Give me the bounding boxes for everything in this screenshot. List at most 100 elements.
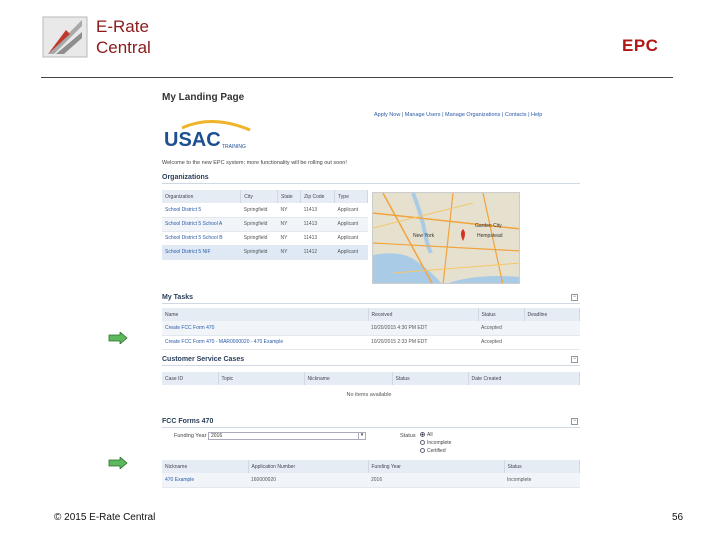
map-label-new-york: New York (413, 233, 435, 239)
org-col-city[interactable]: City (240, 190, 279, 203)
radio-all[interactable] (420, 432, 425, 438)
cases-section-header: Customer Service Cases − (162, 354, 580, 366)
tasks-col-deadline[interactable]: Deadline (524, 308, 580, 321)
funding-year-select[interactable]: 2016 ▾ (208, 432, 366, 440)
page-title: My Landing Page (162, 92, 245, 103)
cases-col-id[interactable]: Case ID (162, 372, 219, 385)
status-radio-certified[interactable]: Certified (420, 448, 446, 454)
arrow-tasks-icon (108, 332, 128, 344)
org-zip: 11413 (300, 217, 335, 232)
arrow-forms-icon (108, 457, 128, 469)
org-name-link[interactable]: School District 5 NIF (162, 245, 241, 260)
org-state: NY (277, 231, 301, 246)
copyright-footer: © 2015 E-Rate Central (54, 512, 156, 523)
table-row[interactable]: Create FCC Form 470 10/20/2015 4:30 PM E… (162, 321, 580, 336)
org-city: Springfield (240, 217, 278, 232)
cases-table: Case ID Topic Nickname Status Date Creat… (162, 372, 580, 385)
task-received: 10/20/2015 2:33 PM EDT (368, 335, 478, 350)
status-radio-all[interactable]: All (420, 432, 433, 438)
table-row[interactable]: Create FCC Form 470 - MAR0000020 - 470 E… (162, 335, 580, 350)
form-funding-year: 2016 (368, 473, 504, 488)
usac-logo-text: USAC (164, 129, 221, 151)
forms470-table: Nickname Application Number Funding Year… (162, 460, 580, 488)
task-name-link[interactable]: Create FCC Form 470 (162, 321, 368, 336)
brand-line2: Central (96, 38, 151, 57)
top-nav-links[interactable]: Apply Now | Manage Users | Manage Organi… (374, 112, 542, 118)
status-filter-label: Status (400, 433, 416, 439)
task-received: 10/20/2015 4:30 PM EDT (368, 321, 478, 336)
cases-heading: Customer Service Cases (162, 356, 245, 363)
tasks-col-name[interactable]: Name (162, 308, 369, 321)
org-type: Applicant (334, 217, 368, 232)
org-state: NY (277, 217, 301, 232)
form-app-number: 160000020 (248, 473, 368, 488)
cases-col-nickname[interactable]: Nickname (304, 372, 393, 385)
erate-central-logo (42, 16, 88, 58)
radio-certified[interactable] (420, 448, 425, 454)
org-state: NY (277, 245, 301, 260)
forms-col-app-number[interactable]: Application Number (248, 460, 369, 473)
collapse-tasks-icon[interactable]: − (571, 294, 578, 301)
usac-logo-sub: TRAINING (222, 144, 246, 150)
chevron-down-icon[interactable]: ▾ (358, 433, 365, 439)
radio-all-label: All (427, 432, 433, 438)
organization-map[interactable]: New York Garden City Hempstead (372, 192, 520, 284)
page-number: 56 (672, 512, 684, 523)
org-name-link[interactable]: School District 5 (162, 203, 241, 218)
usac-training-logo: USAC TRAINING (164, 119, 251, 151)
task-name-link[interactable]: Create FCC Form 470 - MAR0000020 - 470 E… (162, 335, 368, 350)
cases-col-date[interactable]: Date Created (468, 372, 580, 385)
org-zip: 11413 (300, 203, 335, 218)
organizations-table: Organization City State Zip Code Type Sc… (162, 190, 368, 260)
table-row[interactable]: 470 Example 160000020 2016 Incomplete (162, 473, 580, 488)
table-row[interactable]: School District 5 NIF Springfield NY 114… (162, 245, 368, 260)
org-col-zip[interactable]: Zip Code (300, 190, 336, 203)
org-city: Springfield (240, 231, 278, 246)
welcome-message: Welcome to the new EPC system; more func… (162, 160, 347, 166)
radio-incomplete-label: Incomplete (427, 440, 452, 446)
org-type: Applicant (334, 231, 368, 246)
task-deadline (524, 335, 580, 350)
forms470-heading: FCC Forms 470 (162, 418, 214, 425)
tasks-heading: My Tasks (162, 294, 193, 301)
brand-line1: E-Rate (96, 17, 149, 36)
map-label-hempstead: Hempstead (477, 233, 503, 239)
organizations-heading: Organizations (162, 174, 209, 181)
forms-col-funding-year[interactable]: Funding Year (368, 460, 505, 473)
funding-year-value: 2016 (211, 433, 223, 439)
org-type: Applicant (334, 203, 368, 218)
org-col-organization[interactable]: Organization (162, 190, 242, 203)
funding-year-label: Funding Year (174, 433, 207, 439)
status-radio-incomplete[interactable]: Incomplete (420, 440, 451, 446)
org-col-state[interactable]: State (277, 190, 302, 203)
cases-col-topic[interactable]: Topic (218, 372, 305, 385)
cases-empty-message: No items available (346, 392, 392, 398)
epc-landing-screenshot: My Landing Page Apply Now | Manage Users… (158, 86, 584, 506)
org-name-link[interactable]: School District 5 School B (162, 231, 241, 246)
forms-col-nickname[interactable]: Nickname (162, 460, 249, 473)
table-row[interactable]: School District 5 School A Springfield N… (162, 217, 368, 232)
brand-name: E-Rate Central (96, 16, 151, 58)
task-status: Accepted (478, 321, 524, 336)
task-status: Accepted (478, 335, 524, 350)
form-status: Incomplete (504, 473, 580, 488)
radio-incomplete[interactable] (420, 440, 425, 446)
org-type: Applicant (334, 245, 368, 260)
table-row[interactable]: School District 5 Springfield NY 11413 A… (162, 203, 368, 218)
form-nickname-link[interactable]: 470 Example (162, 473, 248, 488)
tasks-section-header: My Tasks − (162, 292, 580, 304)
org-zip: 11413 (300, 231, 335, 246)
collapse-forms470-icon[interactable]: − (571, 418, 578, 425)
tasks-col-received[interactable]: Received (368, 308, 479, 321)
tasks-col-status[interactable]: Status (478, 308, 525, 321)
forms470-section-header: FCC Forms 470 − (162, 416, 580, 428)
forms-col-status[interactable]: Status (504, 460, 580, 473)
org-name-link[interactable]: School District 5 School A (162, 217, 241, 232)
collapse-cases-icon[interactable]: − (571, 356, 578, 363)
task-deadline (524, 321, 580, 336)
org-col-type[interactable]: Type (334, 190, 368, 203)
cases-col-status[interactable]: Status (392, 372, 469, 385)
organizations-section-header: Organizations (162, 172, 580, 184)
header-divider (41, 77, 673, 78)
table-row[interactable]: School District 5 School B Springfield N… (162, 231, 368, 246)
